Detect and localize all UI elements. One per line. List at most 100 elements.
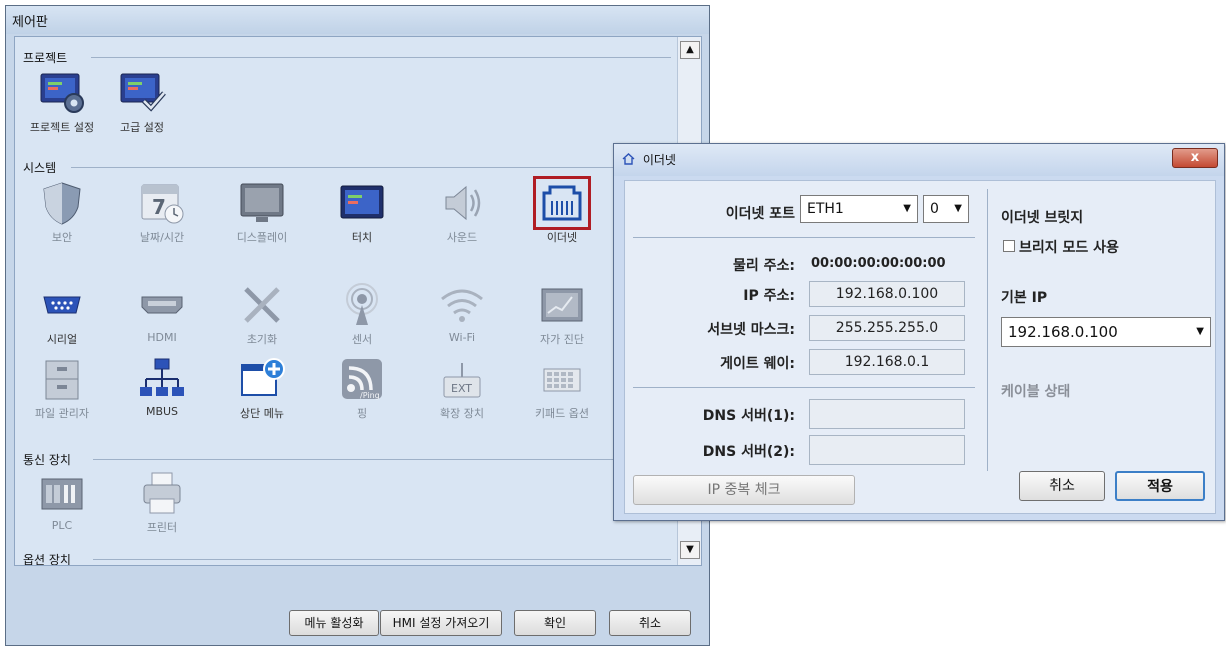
hdmi-icon: [138, 283, 186, 327]
bridge-mode-checkbox[interactable]: [1003, 240, 1015, 252]
serial-label: 시리얼: [46, 333, 78, 346]
network-tree-icon: [138, 357, 186, 401]
default-ip-label: 기본 IP: [1001, 290, 1048, 306]
home-icon: [622, 153, 635, 168]
ethernet-port-icon: [533, 176, 591, 230]
gateway-label: 게이트 웨이:: [720, 356, 795, 372]
ping-signal-icon: /Ping: [338, 357, 386, 401]
chevron-down-icon: ▼: [903, 203, 911, 214]
printer-item[interactable]: 프린터: [115, 471, 209, 535]
file-cabinet-icon: [38, 357, 86, 401]
mac-label: 물리 주소:: [733, 258, 795, 274]
menu-enable-button[interactable]: 메뉴 활성화: [289, 610, 379, 636]
divider-line: [633, 237, 975, 238]
ping-item[interactable]: /Ping 핑: [315, 357, 409, 421]
security-item[interactable]: 보안: [15, 181, 109, 245]
gateway-field[interactable]: 192.168.0.1: [809, 349, 965, 375]
ping-label: 핑: [356, 407, 368, 420]
subnet-field[interactable]: 255.255.255.0: [809, 315, 965, 341]
serial-port-icon: [38, 283, 86, 327]
mbus-item[interactable]: MBUS: [115, 357, 209, 418]
sensor-item[interactable]: 센서: [315, 283, 409, 347]
sensor-icon: [338, 283, 386, 327]
cable-status-label: 케이블 상태: [1001, 384, 1071, 400]
display-item[interactable]: 디스플레이: [215, 181, 309, 245]
dialog-cancel-button[interactable]: 취소: [1019, 471, 1105, 501]
sound-item[interactable]: 사운드: [415, 181, 509, 245]
bridge-mode-label: 브리지 모드 사용: [1019, 240, 1119, 256]
shield-icon: [38, 181, 86, 225]
reset-label: 초기화: [246, 333, 278, 346]
ethernet-dialog-title: 이더넷: [642, 153, 676, 167]
self-diagnosis-label: 자가 진단: [540, 333, 584, 346]
wifi-icon: [438, 283, 486, 327]
section-divider: [71, 167, 671, 168]
file-manager-item[interactable]: 파일 관리자: [15, 357, 109, 421]
top-menu-item[interactable]: 상단 메뉴: [215, 357, 309, 421]
extension-module-icon: EXT: [438, 357, 486, 401]
dns2-field[interactable]: [809, 435, 965, 465]
close-button[interactable]: x: [1172, 148, 1218, 168]
serial-item[interactable]: 시리얼: [15, 283, 109, 347]
port-index-select[interactable]: 0 ▼: [923, 195, 969, 223]
ethernet-label: 이더넷: [546, 231, 578, 244]
hdmi-item[interactable]: HDMI: [115, 283, 209, 344]
advanced-settings-item[interactable]: 고급 설정: [95, 71, 189, 135]
section-divider: [91, 57, 671, 58]
hdmi-label: HDMI: [147, 331, 177, 344]
dns1-label: DNS 서버(1):: [702, 408, 795, 424]
speaker-icon: [438, 181, 486, 225]
scroll-down-icon[interactable]: ▼: [680, 541, 700, 559]
ext-icon-text: EXT: [451, 382, 472, 395]
diagnosis-chart-icon: [538, 283, 586, 327]
ip-field[interactable]: 192.168.0.100: [809, 281, 965, 307]
control-panel-title: 제어판: [6, 6, 709, 34]
port-select-value: ETH1: [807, 201, 844, 217]
keypad-options-label: 키패드 옵션: [534, 407, 590, 420]
ethernet-dialog-titlebar: 이더넷: [614, 144, 1224, 176]
column-divider: [987, 189, 988, 471]
ethernet-dialog-body: 이더넷 포트 ETH1 ▼ 0 ▼ 물리 주소: 00:00:00:00:00:…: [624, 180, 1216, 514]
apply-button[interactable]: 적용: [1115, 471, 1205, 501]
port-select[interactable]: ETH1 ▼: [800, 195, 918, 223]
ethernet-dialog: 이더넷 x 이더넷 포트 ETH1 ▼ 0 ▼ 물리 주소: 00:00:00:…: [613, 143, 1225, 521]
reset-item[interactable]: 초기화: [215, 283, 309, 347]
advanced-settings-icon: [118, 71, 166, 115]
ok-button[interactable]: 확인: [514, 610, 596, 636]
subnet-label: 서브넷 마스크:: [707, 322, 795, 338]
monitor-icon: [238, 181, 286, 225]
chevron-down-icon: ▼: [954, 203, 962, 214]
port-label: 이더넷 포트: [725, 206, 795, 222]
keypad-options-item[interactable]: 키패드 옵션: [515, 357, 609, 421]
touch-item[interactable]: 터치: [315, 181, 409, 245]
default-ip-select[interactable]: 192.168.0.100 ▼: [1001, 317, 1211, 347]
section-comm-label: 통신 장치: [23, 453, 71, 467]
self-diagnosis-item[interactable]: 자가 진단: [515, 283, 609, 347]
plc-device-icon: [38, 471, 86, 515]
wifi-label: Wi-Fi: [448, 331, 476, 344]
file-manager-label: 파일 관리자: [34, 407, 90, 420]
hmi-import-button[interactable]: HMI 설정 가져오기: [380, 610, 502, 636]
extension-item[interactable]: EXT 확장 장치: [415, 357, 509, 421]
calendar-clock-icon: 7: [138, 181, 186, 225]
calendar-day-text: 7: [152, 195, 166, 219]
section-divider: [93, 459, 671, 460]
ip-duplicate-check-button[interactable]: IP 중복 체크: [633, 475, 855, 505]
plc-item[interactable]: PLC: [15, 471, 109, 532]
dns2-label: DNS 서버(2):: [702, 444, 795, 460]
control-panel-frame: 프로젝트 프로젝트 설정 고급 설정 시스템 보안 7 날짜/시간 디스플레이 …: [14, 36, 702, 566]
control-panel-content: 프로젝트 프로젝트 설정 고급 설정 시스템 보안 7 날짜/시간 디스플레이 …: [15, 37, 677, 565]
scroll-up-icon[interactable]: ▲: [680, 41, 700, 59]
section-divider: [93, 559, 671, 560]
display-label: 디스플레이: [236, 231, 288, 244]
dns1-field[interactable]: [809, 399, 965, 429]
datetime-item[interactable]: 7 날짜/시간: [115, 181, 209, 245]
keypad-icon: [538, 357, 586, 401]
wifi-item[interactable]: Wi-Fi: [415, 283, 509, 344]
touch-screen-icon: [338, 181, 386, 225]
divider-line: [633, 387, 975, 388]
advanced-settings-label: 고급 설정: [120, 121, 164, 134]
chevron-down-icon: ▼: [1196, 326, 1204, 337]
cancel-button[interactable]: 취소: [609, 610, 691, 636]
ethernet-item[interactable]: 이더넷: [515, 176, 609, 245]
